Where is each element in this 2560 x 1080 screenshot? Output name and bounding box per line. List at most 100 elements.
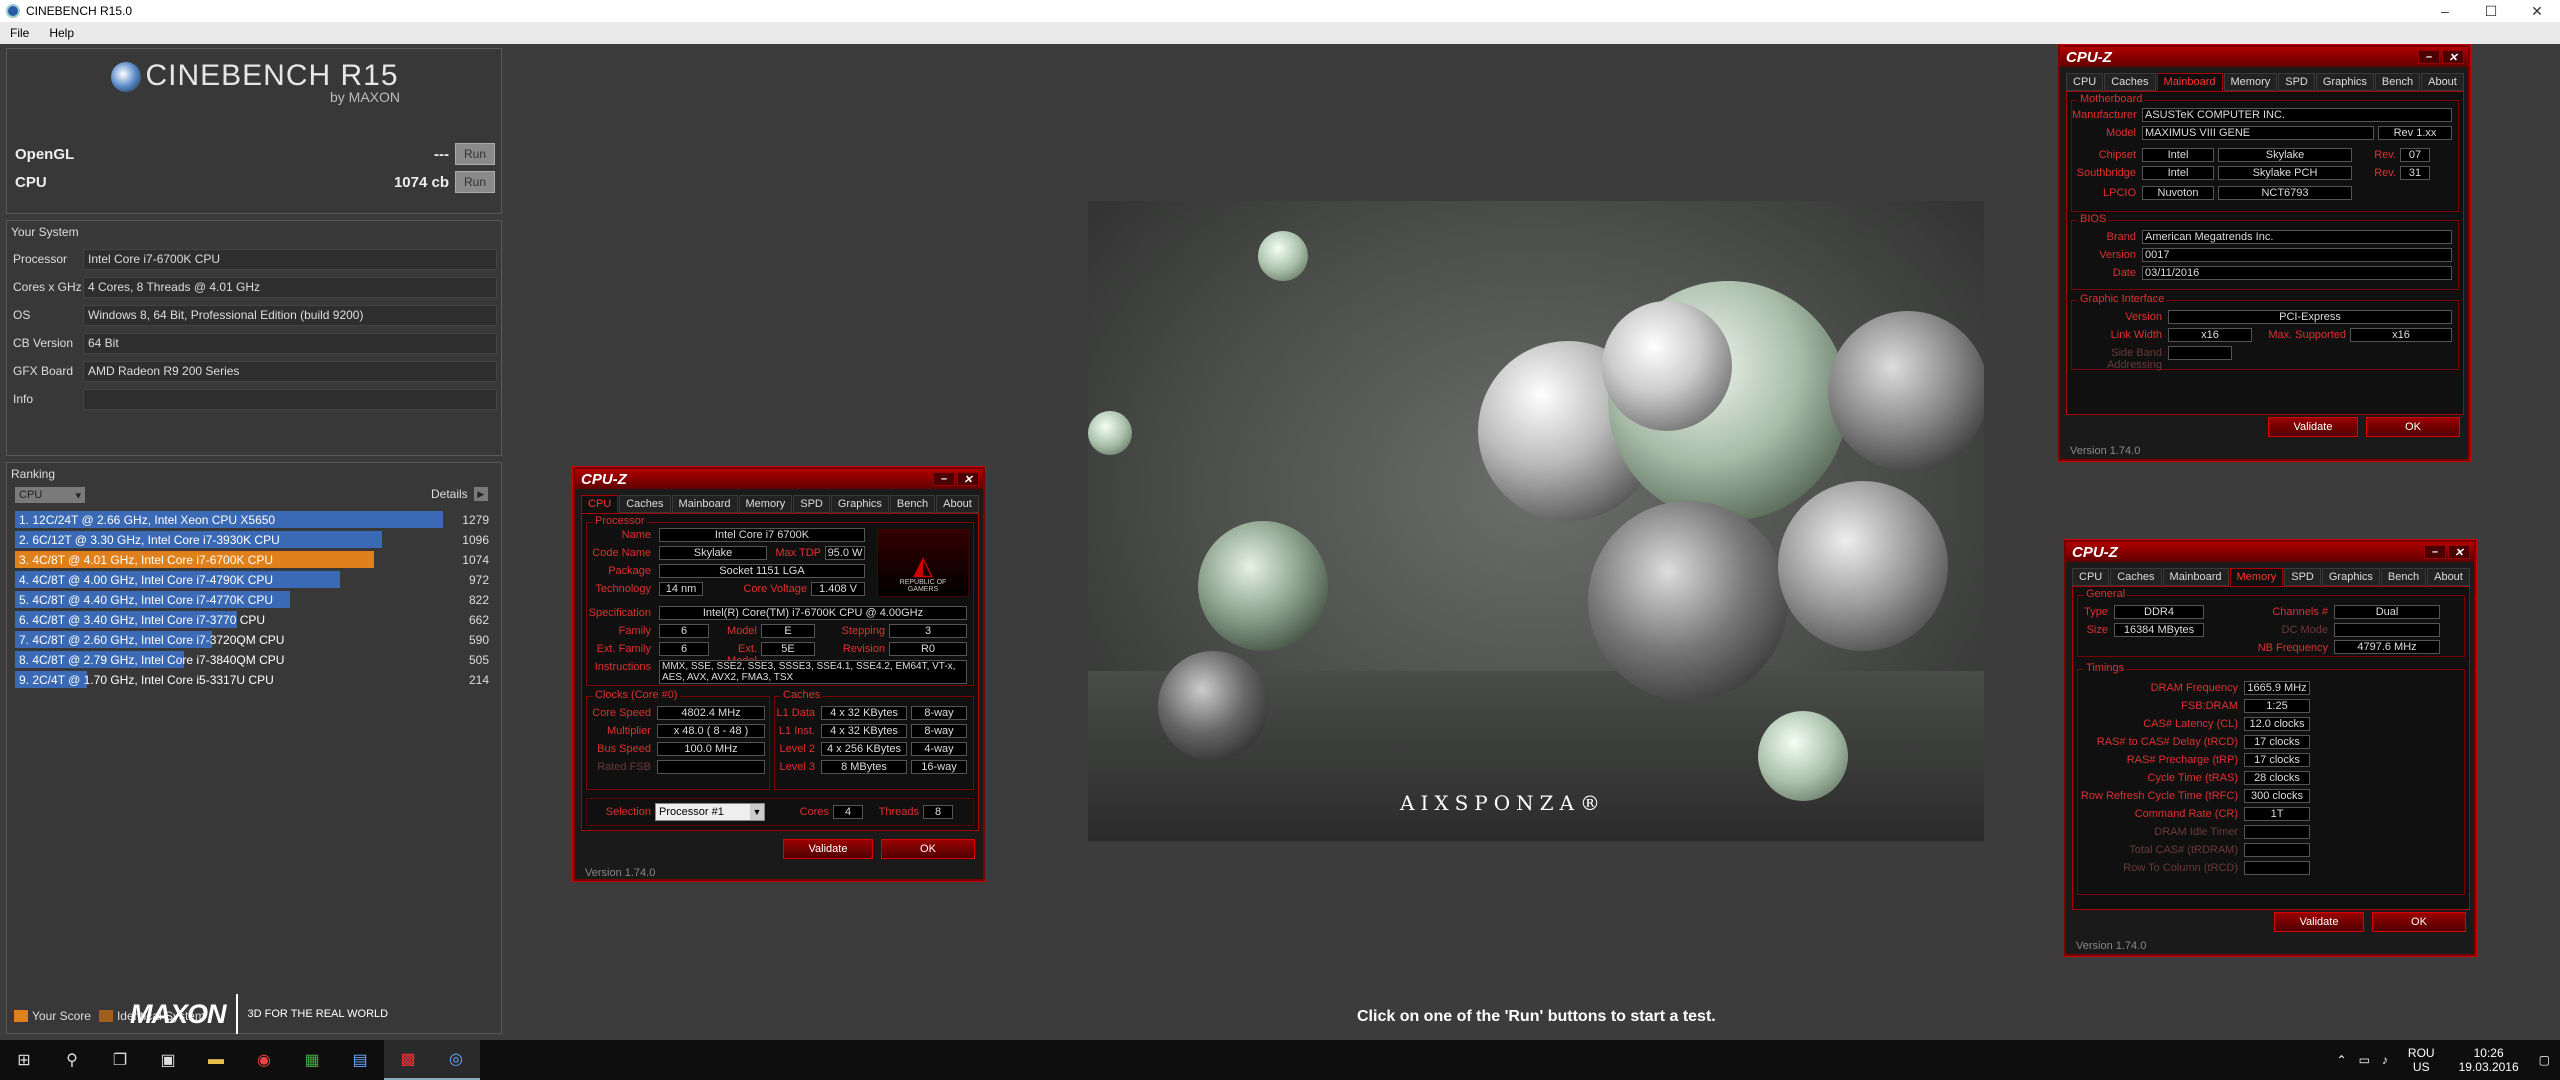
cpu-run-button[interactable]: Run [455, 171, 495, 193]
network-icon[interactable]: ▭ [2359, 1053, 2370, 1067]
task-view-icon[interactable]: ❐ [96, 1040, 144, 1080]
system-row-gfx: GFX Board AMD Radeon R9 200 Series [13, 359, 497, 383]
close-button[interactable]: ✕ [2442, 50, 2464, 64]
validate-button[interactable]: Validate [2268, 417, 2358, 437]
tab-cpu[interactable]: CPU [2066, 73, 2104, 91]
file-explorer-icon[interactable]: ▬ [192, 1040, 240, 1080]
logo-tests-box: CINEBENCH R15 by MAXON OpenGL --- Run CP… [6, 48, 502, 214]
store-icon[interactable]: ▣ [144, 1040, 192, 1080]
close-button[interactable]: ✕ [957, 472, 979, 486]
chrome-icon[interactable]: ◉ [240, 1040, 288, 1080]
system-row-cbversion: CB Version 64 Bit [13, 331, 497, 355]
rog-eye-icon: ◭ [913, 550, 933, 580]
tab-mainboard[interactable]: Mainboard [2162, 568, 2229, 586]
ok-button[interactable]: OK [881, 839, 975, 859]
processor-group: Processor Name Intel Core i7 6700K Code … [586, 515, 974, 686]
tab-graphics[interactable]: Graphics [830, 495, 889, 513]
ok-button[interactable]: OK [2366, 417, 2460, 437]
cpuz-cpu-titlebar: CPU-Z – ✕ [575, 469, 983, 489]
notification-icon[interactable]: ▢ [2539, 1053, 2550, 1067]
opengl-run-button[interactable]: Run [455, 143, 495, 165]
ranking-bar[interactable]: 1. 12C/24T @ 2.66 GHz, Intel Xeon CPU X5… [15, 511, 443, 528]
search-icon[interactable]: ⚲ [48, 1040, 96, 1080]
tab-memory[interactable]: Memory [2229, 568, 2284, 586]
ranking-bar[interactable]: 4. 4C/8T @ 4.00 GHz, Intel Core i7-4790K… [15, 571, 340, 588]
tab-memory[interactable]: Memory [2223, 73, 2278, 91]
ranking-score: 1279 [462, 512, 489, 527]
app-icon[interactable]: ▦ [288, 1040, 336, 1080]
clocks-group: Clocks (Core #0) Core Speed 4802.4 MHz M… [586, 689, 770, 790]
details-button[interactable]: Details ▶ [431, 487, 488, 501]
tab-spd[interactable]: SPD [2284, 568, 2321, 586]
ranking-select[interactable]: CPU ▾ [15, 487, 85, 503]
ranking-bar[interactable]: 9. 2C/4T @ 1.70 GHz, Intel Core i5-3317U… [15, 671, 274, 688]
cpuz-mb-tabs: CPU Caches Mainboard Memory SPD Graphics Bench… [2066, 73, 2465, 91]
maximize-button[interactable]: ☐ [2468, 3, 2514, 20]
ranking-score: 590 [468, 632, 489, 647]
bios-group: BIOS Brand American Megatrends Inc. Vers… [2071, 213, 2459, 290]
tab-caches[interactable]: Caches [2110, 568, 2162, 586]
ranking-score: 972 [468, 572, 489, 587]
ranking-score: 505 [468, 652, 489, 667]
system-row-info: Info [13, 387, 497, 411]
ranking-bar[interactable]: 6. 4C/8T @ 3.40 GHz, Intel Core i7-3770 … [15, 611, 265, 628]
ranking-bar[interactable]: 5. 4C/8T @ 4.40 GHz, Intel Core i7-4770K… [15, 591, 290, 608]
tab-cpu[interactable]: CPU [581, 495, 619, 513]
tab-about[interactable]: About [2421, 73, 2464, 91]
maxon-logo: MAXON 3D FOR THE REAL WORLD [130, 994, 388, 1034]
notes-icon[interactable]: ▤ [336, 1040, 384, 1080]
minimize-button[interactable]: – [2424, 545, 2446, 559]
cinebench-app-icon [6, 4, 20, 18]
tab-mainboard[interactable]: Mainboard [2156, 73, 2223, 91]
tab-about[interactable]: About [2427, 568, 2470, 586]
minimize-button[interactable]: – [2418, 50, 2440, 64]
tab-bench[interactable]: Bench [2374, 73, 2421, 91]
ranking-score: 1074 [462, 552, 489, 567]
aixsponza-watermark: AIXSPONZA® [1400, 791, 1606, 815]
cinebench-icon[interactable]: ◎ [432, 1040, 480, 1080]
menu-help[interactable]: Help [39, 26, 84, 40]
render-sphere [1258, 231, 1308, 281]
tab-memory[interactable]: Memory [738, 495, 793, 513]
clock[interactable]: 10:26 19.03.2016 [2459, 1046, 2519, 1074]
tray-chevron-up-icon[interactable]: ⌃ [2337, 1053, 2347, 1067]
minimize-button[interactable]: – [933, 472, 955, 486]
menu-file[interactable]: File [0, 26, 39, 40]
tab-graphics[interactable]: Graphics [2321, 568, 2380, 586]
tab-cpu[interactable]: CPU [2072, 568, 2110, 586]
ranking-bar[interactable]: 2. 6C/12T @ 3.30 GHz, Intel Core i7-3930… [15, 531, 382, 548]
cinebench-logo-icon [111, 62, 142, 93]
window-title: CINEBENCH R15.0 [26, 4, 133, 18]
validate-button[interactable]: Validate [2274, 912, 2364, 932]
tab-about[interactable]: About [936, 495, 979, 513]
start-icon[interactable]: ⊞ [0, 1040, 48, 1080]
processor-select[interactable]: Processor #1 ▼ [655, 803, 765, 821]
your-score-swatch [14, 1010, 28, 1022]
render-sphere [1588, 501, 1788, 701]
close-button[interactable]: ✕ [2514, 3, 2560, 20]
speaker-icon[interactable]: ♪ [2382, 1053, 2388, 1067]
cpuz-icon[interactable]: ▩ [384, 1040, 432, 1080]
tab-bench[interactable]: Bench [889, 495, 936, 513]
cpuz-cpu-tabs: CPU Caches Mainboard Memory SPD Graphics Bench… [581, 495, 980, 513]
cpu-score: 1074 cb [393, 173, 449, 191]
minimize-button[interactable]: – [2422, 3, 2468, 20]
tab-graphics[interactable]: Graphics [2315, 73, 2374, 91]
opengl-score: --- [434, 145, 449, 163]
ranking-bar[interactable]: 3. 4C/8T @ 4.01 GHz, Intel Core i7-6700K… [15, 551, 374, 568]
tab-spd[interactable]: SPD [793, 495, 830, 513]
tab-caches[interactable]: Caches [619, 495, 671, 513]
close-button[interactable]: ✕ [2448, 545, 2470, 559]
cpuz-mem-tabs: CPU Caches Mainboard Memory SPD Graphics Bench… [2072, 568, 2471, 586]
validate-button[interactable]: Validate [783, 839, 873, 859]
ranking-bar[interactable]: 7. 4C/8T @ 2.60 GHz, Intel Core i7-3720Q… [15, 631, 284, 648]
ok-button[interactable]: OK [2372, 912, 2466, 932]
info-field[interactable] [83, 388, 497, 410]
tab-mainboard[interactable]: Mainboard [671, 495, 738, 513]
tab-caches[interactable]: Caches [2104, 73, 2156, 91]
language-indicator[interactable]: ROU US [2408, 1046, 2435, 1074]
tab-spd[interactable]: SPD [2278, 73, 2315, 91]
ranking-bar[interactable]: 8. 4C/8T @ 2.79 GHz, Intel Core i7-3840Q… [15, 651, 284, 668]
tab-bench[interactable]: Bench [2380, 568, 2427, 586]
opengl-test-row: OpenGL --- Run [15, 141, 495, 167]
